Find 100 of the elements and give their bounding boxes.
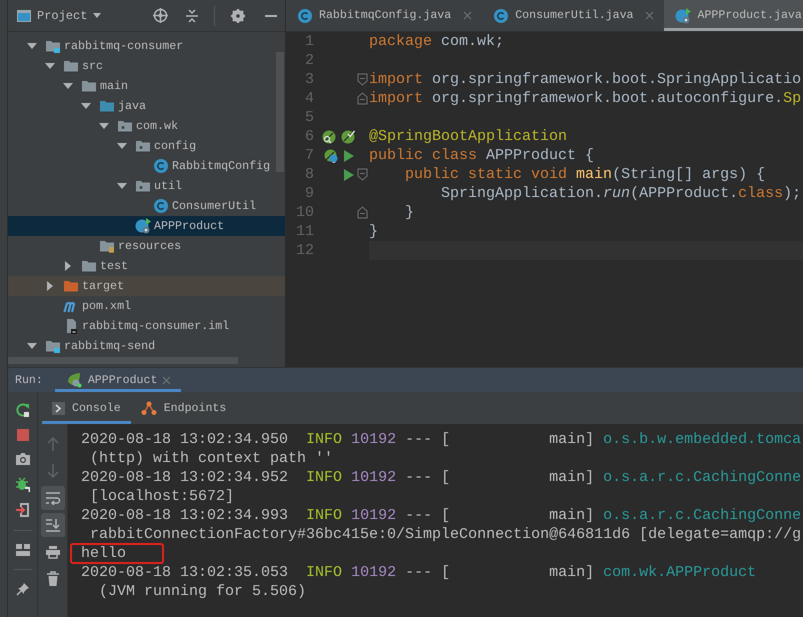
tree-item[interactable]: main bbox=[8, 76, 285, 96]
exit-icon[interactable] bbox=[14, 502, 30, 518]
settings-icon[interactable] bbox=[231, 8, 245, 22]
line-number: 5 bbox=[304, 108, 314, 127]
code-line: } bbox=[369, 222, 380, 241]
line-number: 7 bbox=[304, 146, 314, 165]
arrow-up-icon bbox=[46, 436, 60, 452]
rerun-icon[interactable] bbox=[14, 402, 30, 418]
collapse-icon[interactable] bbox=[186, 8, 198, 22]
tree-item[interactable]: rabbitmq-consumer bbox=[8, 36, 285, 56]
window-icon bbox=[17, 10, 31, 22]
console-line: 2020-08-18 13:02:34.950 INFO 10192 --- [ main] o.s.b.w.embedded.tomca bbox=[81, 430, 802, 449]
printer-icon bbox=[44, 545, 60, 559]
code-line: import org.springframework.boot.autoconfigure.Sp bbox=[369, 89, 802, 108]
folder-icon bbox=[117, 118, 133, 134]
console-line: (http) with context path '' bbox=[89, 449, 334, 468]
tree-item[interactable]: com.wk bbox=[8, 116, 285, 136]
scrollbar[interactable] bbox=[276, 52, 284, 172]
fold-icon bbox=[356, 168, 368, 181]
line-number: 2 bbox=[304, 51, 314, 70]
tree-item[interactable]: resources bbox=[8, 236, 285, 256]
bug-icon[interactable] bbox=[14, 476, 30, 492]
line-number: 8 bbox=[304, 165, 314, 184]
leaf-check-icon bbox=[341, 130, 355, 144]
tree-item[interactable]: java bbox=[8, 96, 285, 116]
tree-item[interactable]: pom.xml bbox=[8, 296, 285, 316]
tree-item[interactable]: util bbox=[8, 176, 285, 196]
class-run-icon bbox=[675, 8, 692, 24]
class-icon bbox=[493, 8, 510, 24]
pin-icon[interactable] bbox=[16, 582, 30, 596]
line-number: 1 bbox=[304, 32, 314, 51]
panel-title: Run: bbox=[14, 372, 44, 388]
tree-item[interactable]: rabbitmq-consumer.iml bbox=[8, 316, 285, 336]
caret-icon[interactable] bbox=[93, 13, 102, 18]
editor-tab[interactable]: APPProduct.java bbox=[664, 0, 803, 31]
tree-item[interactable]: test bbox=[8, 256, 285, 276]
class-icon bbox=[297, 8, 313, 24]
console-line: rabbitConnectionFactory#36bc415e:0/SimpleConnection@646811d6 [delegate=amqp://g bbox=[89, 525, 802, 544]
code-line: @SpringBootApplication bbox=[369, 127, 568, 146]
leaf-search-icon bbox=[322, 130, 336, 144]
class-icon bbox=[153, 198, 169, 214]
folder-icon bbox=[45, 38, 61, 54]
code-line: public static void main(String[] args) { bbox=[404, 165, 766, 184]
camera-icon[interactable] bbox=[14, 452, 30, 466]
folder-icon bbox=[135, 178, 151, 194]
code-line: } bbox=[404, 203, 416, 222]
tree-item[interactable]: target bbox=[8, 276, 285, 296]
code-line: package com.wk; bbox=[369, 32, 506, 51]
wrap-button[interactable] bbox=[40, 486, 64, 510]
console-line: 2020-08-18 13:02:34.952 INFO 10192 --- [ main] o.s.a.r.c.CachingConne bbox=[81, 468, 802, 487]
layout-icon[interactable] bbox=[14, 543, 30, 557]
code-line: public class APPProduct { bbox=[369, 146, 596, 165]
folder-icon bbox=[45, 338, 61, 354]
line-number: 4 bbox=[304, 89, 314, 108]
scroll-to-end-icon bbox=[44, 518, 60, 532]
crosshair-icon[interactable] bbox=[153, 8, 168, 23]
code-line: import org.springframework.boot.SpringApplicatio bbox=[369, 70, 802, 89]
tree-item[interactable]: ConsumerUtil bbox=[8, 196, 285, 216]
line-number: 6 bbox=[304, 127, 314, 146]
tree-item[interactable]: config bbox=[8, 136, 285, 156]
line-number: 11 bbox=[294, 222, 314, 241]
leaf-run-icon bbox=[66, 372, 83, 388]
line-number: 10 bbox=[294, 203, 314, 222]
folder-icon bbox=[99, 98, 115, 114]
folder-icon bbox=[81, 78, 97, 94]
minimize-icon[interactable] bbox=[265, 14, 277, 16]
console-line: hello bbox=[71, 544, 163, 563]
scroll-end-button[interactable] bbox=[40, 513, 64, 537]
console-line: [localhost:5672] bbox=[89, 487, 234, 506]
folder-icon bbox=[99, 238, 115, 254]
tree-item[interactable]: src bbox=[8, 56, 285, 76]
arrow-down-icon bbox=[46, 463, 60, 479]
class-icon bbox=[153, 158, 169, 174]
panel-title: Project bbox=[37, 8, 88, 22]
line-number: 3 bbox=[304, 70, 314, 89]
run-icon bbox=[343, 168, 355, 182]
view-tab[interactable]: Endpoints bbox=[130, 392, 236, 424]
folder-icon bbox=[135, 138, 151, 154]
line-number: 12 bbox=[294, 241, 314, 260]
console-line: 2020-08-18 13:02:34.993 INFO 10192 --- [ main] o.s.a.r.c.CachingConne bbox=[81, 506, 802, 525]
fold-icon bbox=[356, 92, 368, 105]
scrollbar[interactable] bbox=[8, 357, 238, 364]
code-line: SpringApplication.run(APPProduct.class); bbox=[440, 184, 802, 203]
fold-icon bbox=[356, 206, 368, 219]
folder-icon bbox=[63, 278, 79, 294]
wrap-icon bbox=[44, 491, 60, 505]
line-number: 9 bbox=[304, 184, 314, 203]
class-run-icon bbox=[135, 218, 151, 234]
tree-item[interactable]: APPProduct bbox=[8, 216, 285, 236]
tree-item[interactable]: RabbitmqConfig bbox=[8, 156, 285, 176]
tree-item[interactable]: rabbitmq-send bbox=[8, 336, 285, 356]
console-line: 2020-08-18 13:02:35.053 INFO 10192 --- [ main] com.wk.APPProduct bbox=[81, 563, 756, 582]
editor-tab[interactable]: ConsumerUtil.java bbox=[482, 0, 664, 31]
leaf-class-icon bbox=[324, 148, 338, 162]
trash-icon bbox=[46, 571, 60, 587]
folder-icon bbox=[63, 58, 79, 74]
fold-icon bbox=[356, 73, 368, 86]
stop-icon[interactable] bbox=[16, 428, 30, 442]
editor-tab[interactable]: RabbitmqConfig.java bbox=[286, 0, 482, 31]
run-icon bbox=[343, 148, 355, 162]
